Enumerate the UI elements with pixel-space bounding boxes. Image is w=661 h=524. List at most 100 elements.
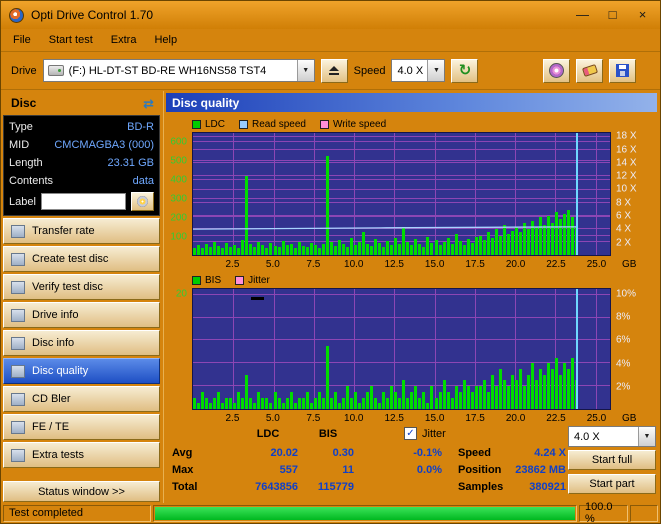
gridline-h — [193, 316, 610, 318]
bis-bar — [438, 391, 442, 409]
sidebar-item-transfer-rate[interactable]: Transfer rate — [3, 218, 160, 244]
bis-bar — [213, 397, 217, 409]
progress-fill — [155, 506, 575, 520]
gridline-v — [233, 289, 235, 409]
bis-bar — [297, 397, 301, 409]
bis-bar — [337, 403, 341, 409]
eject-button[interactable] — [320, 58, 348, 83]
maximize-button[interactable]: □ — [599, 5, 626, 25]
panel-header: Disc quality — [166, 93, 657, 112]
resize-grip[interactable] — [630, 504, 658, 522]
total-bis-value: 115779 — [317, 481, 354, 493]
bis-column-header: BIS — [318, 428, 338, 440]
test-speed-select-value: 4.0 X — [574, 430, 600, 443]
speed-select[interactable]: 4.0 X ▼ — [391, 59, 446, 82]
refresh-button[interactable]: ↻ — [451, 58, 479, 83]
position-stat-label: Position — [458, 464, 502, 476]
sidebar-item-fe-te[interactable]: FE / TE — [3, 414, 160, 440]
sidebar-item-disc-quality[interactable]: Disc quality — [3, 358, 160, 384]
bis-bar — [301, 397, 305, 409]
bis-bar — [515, 380, 518, 409]
disc-section-header: Disc ⇄ — [3, 93, 160, 115]
bis-bar — [386, 397, 390, 409]
jitter-checkbox[interactable]: ✓ — [404, 427, 417, 440]
dropdown-icon[interactable]: ▼ — [638, 427, 655, 446]
total-ldc-value: 7643856 — [255, 481, 298, 493]
bis-bar — [478, 386, 482, 409]
position-stat-value: 23862 MB — [515, 464, 566, 476]
bis-bar — [422, 391, 426, 409]
sidebar-item-drive-info[interactable]: Drive info — [3, 302, 160, 328]
close-button[interactable]: × — [629, 5, 656, 25]
disc-label-label: Label — [9, 195, 36, 208]
bis-bar — [221, 403, 225, 409]
start-part-button[interactable]: Start part — [568, 474, 656, 494]
create-test-disc-icon — [11, 252, 25, 266]
bis-bar — [398, 397, 402, 409]
menu-extra[interactable]: Extra — [102, 31, 146, 49]
clean-button[interactable] — [576, 58, 603, 83]
bis-bar — [370, 386, 374, 409]
bis-bar — [321, 397, 325, 409]
menu-start-test[interactable]: Start test — [40, 31, 102, 49]
drive-icon — [47, 65, 64, 76]
start-full-button[interactable]: Start full — [568, 450, 656, 470]
x-tick-label: 10.0 — [344, 259, 364, 270]
write-label-button[interactable] — [131, 192, 154, 211]
bis-bar — [229, 397, 233, 409]
save-button[interactable] — [609, 58, 636, 83]
bis-bar — [345, 386, 349, 409]
disc-erase-button[interactable] — [543, 58, 570, 83]
speed-stat-label: Speed — [458, 447, 492, 459]
sidebar-item-create-test-disc[interactable]: Create test disc — [3, 246, 160, 272]
test-speed-select[interactable]: 4.0 X ▼ — [568, 426, 656, 447]
bis-bar — [390, 386, 394, 409]
chart1-left-axis: 100 200 300 400 500 600 — [164, 132, 190, 256]
bis-bar — [374, 397, 378, 409]
x-tick-label: 22.5 — [546, 259, 566, 270]
refresh-icon: ↻ — [458, 62, 472, 79]
bis-bar — [197, 403, 201, 409]
sidebar-item-verify-test-disc[interactable]: Verify test disc — [3, 274, 160, 300]
gridline-v — [313, 289, 315, 409]
sidebar-item-cd-bler[interactable]: CD Bler — [3, 386, 160, 412]
dropdown-icon[interactable]: ▼ — [427, 60, 445, 81]
sidebar-item-extra-tests[interactable]: Extra tests — [3, 442, 160, 468]
bis-bar — [285, 397, 289, 409]
bis-bar — [293, 403, 297, 409]
write-speed-legend-swatch — [319, 119, 329, 129]
disc-mid-value: CMCMAGBA3 (000) — [54, 139, 154, 151]
bis-bar — [547, 363, 551, 409]
y-left-tick-label: 600 — [170, 136, 187, 148]
disc-label-input[interactable] — [40, 193, 126, 210]
drive-select[interactable]: (F:) HL-DT-ST BD-RE WH16NS58 TST4 ▼ — [42, 59, 315, 82]
app-icon — [9, 7, 24, 23]
disc-contents-row: Contents data — [9, 174, 154, 188]
status-window-button[interactable]: Status window >> — [3, 481, 160, 502]
y-left-tick-label: 20 — [175, 288, 187, 300]
menu-file[interactable]: File — [4, 31, 40, 49]
bis-bar — [539, 369, 543, 409]
speed-select-value: 4.0 X — [397, 64, 424, 77]
disc-label-row: Label — [9, 192, 154, 211]
minimize-button[interactable]: — — [569, 5, 596, 25]
bis-bar — [519, 369, 523, 409]
bis-bar — [225, 397, 229, 409]
bis-bar — [563, 363, 567, 409]
max-row-label: Max — [172, 464, 194, 476]
x-tick-label: 17.5 — [465, 259, 485, 270]
x-tick-label: 10.0 — [344, 413, 364, 424]
bis-bar — [498, 369, 502, 409]
save-icon — [616, 64, 629, 77]
bis-bar — [454, 386, 458, 409]
bis-bar — [378, 403, 382, 409]
disc-refresh-icon[interactable]: ⇄ — [143, 97, 154, 110]
status-text: Test completed — [3, 504, 151, 522]
disc-length-row: Length 23.31 GB — [9, 156, 154, 170]
y-right-tick-label: 4% — [616, 358, 631, 370]
dropdown-icon[interactable]: ▼ — [296, 60, 314, 81]
bis-bar — [418, 397, 422, 409]
chart2-plot — [192, 288, 611, 410]
menu-help[interactable]: Help — [145, 31, 186, 49]
sidebar-item-disc-info[interactable]: Disc info — [3, 330, 160, 356]
